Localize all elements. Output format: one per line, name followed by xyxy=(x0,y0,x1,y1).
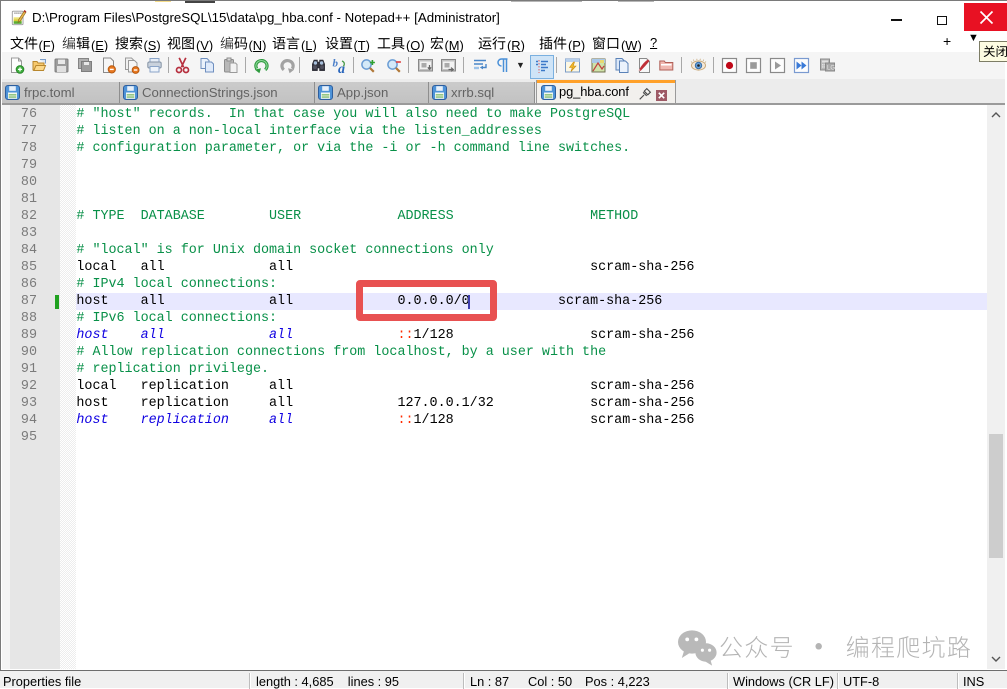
svg-text:LG: LG xyxy=(827,66,835,72)
